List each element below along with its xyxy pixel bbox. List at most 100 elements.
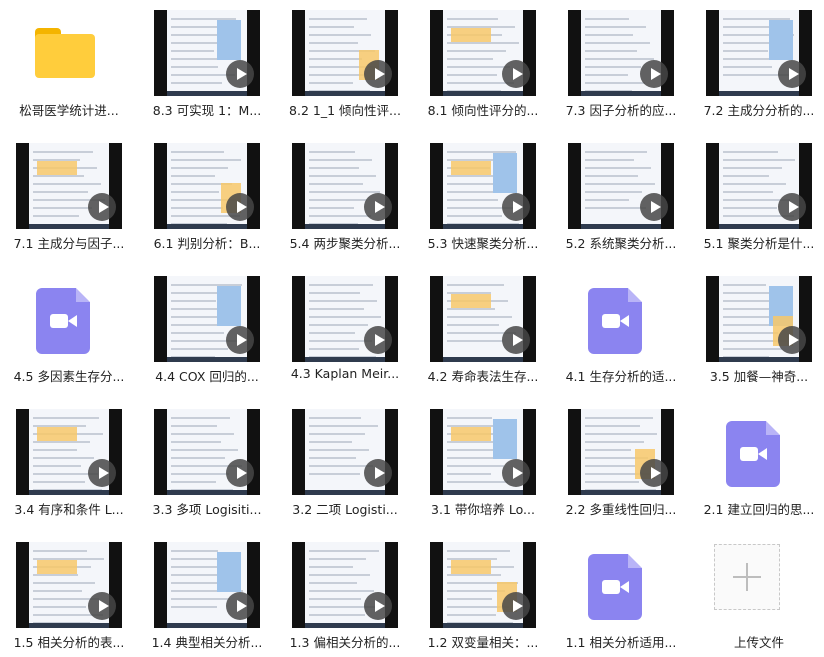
video-item[interactable]: 3.1 带你培养 Lo... [414, 399, 552, 523]
thumbnail-area [0, 266, 138, 362]
thumbnail-area [690, 133, 824, 229]
file-name-label: 5.3 快速聚类分析... [427, 236, 539, 251]
video-file-item[interactable]: 4.5 多因素生存分... [0, 266, 138, 390]
video-file-icon [588, 554, 642, 620]
video-item[interactable]: 3.5 加餐—神奇... [690, 266, 824, 390]
play-icon [502, 592, 530, 620]
video-thumbnail [292, 542, 398, 628]
play-icon [640, 60, 668, 88]
thumbnail-area [690, 0, 824, 96]
play-icon [88, 592, 116, 620]
video-item[interactable]: 4.4 COX 回归的... [138, 266, 276, 390]
video-thumbnail [154, 409, 260, 495]
thumbnail-area [414, 532, 552, 628]
thumbnail-area [414, 133, 552, 229]
thumbnail-area [0, 133, 138, 229]
plus-icon [714, 544, 780, 610]
video-thumbnail [430, 276, 536, 362]
thumbnail-area [552, 532, 690, 628]
video-file-item[interactable]: 1.1 相关分析适用... [552, 532, 690, 656]
video-file-icon [588, 288, 642, 354]
video-file-icon [36, 288, 90, 354]
file-name-label: 5.2 系统聚类分析... [565, 236, 677, 251]
video-item[interactable]: 4.2 寿命表法生存... [414, 266, 552, 390]
file-name-label: 8.3 可实现 1：M... [152, 103, 262, 118]
video-item[interactable]: 7.2 主成分分析的... [690, 0, 824, 124]
video-file-item[interactable]: 4.1 生存分析的适... [552, 266, 690, 390]
file-name-label: 8.2 1_1 倾向性评... [289, 103, 401, 118]
file-name-label: 4.2 寿命表法生存... [427, 369, 539, 384]
file-name-label: 8.1 倾向性评分的... [427, 103, 539, 118]
folder-item[interactable]: 松哥医学统计进... [0, 0, 138, 124]
video-item[interactable]: 2.2 多重线性回归... [552, 399, 690, 523]
video-item[interactable]: 7.3 因子分析的应... [552, 0, 690, 124]
file-name-label: 3.1 带你培养 Lo... [431, 502, 535, 517]
video-item[interactable]: 5.1 聚类分析是什... [690, 133, 824, 257]
video-item[interactable]: 3.2 二项 Logisti... [276, 399, 414, 523]
video-item[interactable]: 3.3 多项 Logisiti... [138, 399, 276, 523]
video-item[interactable]: 1.4 典型相关分析... [138, 532, 276, 656]
play-icon [778, 326, 806, 354]
video-thumbnail [568, 143, 674, 229]
thumbnail-area [138, 0, 276, 96]
video-item[interactable]: 6.1 判别分析：B... [138, 133, 276, 257]
video-item[interactable]: 1.2 双变量相关：... [414, 532, 552, 656]
video-item[interactable]: 8.1 倾向性评分的... [414, 0, 552, 124]
video-item[interactable]: 3.4 有序和条件 L... [0, 399, 138, 523]
video-item[interactable]: 7.1 主成分与因子... [0, 133, 138, 257]
video-thumbnail [16, 409, 122, 495]
video-thumbnail [292, 10, 398, 96]
thumbnail-area [138, 399, 276, 495]
video-item[interactable]: 5.3 快速聚类分析... [414, 133, 552, 257]
play-icon [226, 326, 254, 354]
thumbnail-area [552, 0, 690, 96]
file-name-label: 3.5 加餐—神奇... [709, 369, 809, 384]
file-name-label: 2.1 建立回归的思... [703, 502, 815, 517]
video-thumbnail [430, 409, 536, 495]
file-name-label: 3.4 有序和条件 L... [14, 502, 124, 517]
video-item[interactable]: 8.3 可实现 1：M... [138, 0, 276, 124]
file-name-label: 4.5 多因素生存分... [13, 369, 125, 384]
thumbnail-area [552, 266, 690, 362]
thumbnail-area [276, 133, 414, 229]
thumbnail-area [690, 399, 824, 495]
video-file-item[interactable]: 2.1 建立回归的思... [690, 399, 824, 523]
video-thumbnail [292, 409, 398, 495]
thumbnail-area [0, 399, 138, 495]
video-item[interactable]: 1.5 相关分析的表... [0, 532, 138, 656]
upload-file-button[interactable]: 上传文件 [690, 532, 824, 656]
play-icon [226, 592, 254, 620]
play-icon [640, 193, 668, 221]
video-item[interactable]: 8.2 1_1 倾向性评... [276, 0, 414, 124]
video-item[interactable]: 5.4 两步聚类分析... [276, 133, 414, 257]
video-item[interactable]: 5.2 系统聚类分析... [552, 133, 690, 257]
video-item[interactable]: 4.3 Kaplan Meir... [276, 266, 414, 390]
file-name-label: 1.2 双变量相关：... [427, 635, 539, 650]
video-thumbnail [154, 542, 260, 628]
thumbnail-area [276, 0, 414, 96]
video-thumbnail [706, 143, 812, 229]
file-name-label: 3.2 二项 Logisti... [292, 502, 398, 517]
video-thumbnail [430, 10, 536, 96]
file-name-label: 4.4 COX 回归的... [155, 369, 259, 384]
file-name-label: 5.4 两步聚类分析... [289, 236, 401, 251]
thumbnail-area [414, 0, 552, 96]
play-icon [502, 60, 530, 88]
thumbnail-area [276, 266, 414, 362]
thumbnail-area [414, 399, 552, 495]
file-name-label: 5.1 聚类分析是什... [703, 236, 815, 251]
video-item[interactable]: 1.3 偏相关分析的... [276, 532, 414, 656]
play-icon [364, 60, 392, 88]
play-icon [364, 326, 392, 354]
play-icon [502, 459, 530, 487]
file-name-label: 4.1 生存分析的适... [565, 369, 677, 384]
file-name-label: 松哥医学统计进... [19, 103, 119, 118]
video-thumbnail [706, 10, 812, 96]
thumbnail-area [552, 133, 690, 229]
file-name-label: 6.1 判别分析：B... [153, 236, 261, 251]
file-name-label: 3.3 多项 Logisiti... [152, 502, 262, 517]
video-thumbnail [706, 276, 812, 362]
file-name-label: 7.3 因子分析的应... [565, 103, 677, 118]
play-icon [226, 60, 254, 88]
file-grid: 松哥医学统计进... 8.3 可实现 1：M... 8.2 1_1 倾向性评... 8… [0, 0, 824, 657]
